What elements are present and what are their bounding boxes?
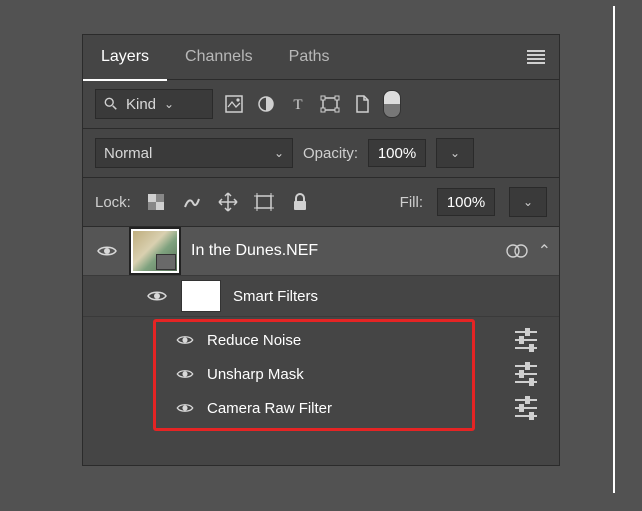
filter-adjustment-icon[interactable]	[255, 93, 277, 115]
layer-row[interactable]: In the Dunes.NEF ⌃	[83, 227, 559, 276]
layer-list: In the Dunes.NEF ⌃ Smart Filters	[83, 227, 559, 433]
filter-name: Reduce Noise	[207, 332, 559, 349]
fill-dropdown[interactable]: ⌄	[509, 187, 547, 217]
tab-layers[interactable]: Layers	[83, 35, 167, 81]
opacity-label: Opacity:	[303, 145, 358, 162]
lock-label: Lock:	[95, 194, 131, 211]
filter-row[interactable]: Unsharp Mask	[83, 357, 559, 391]
visibility-icon[interactable]	[175, 402, 195, 414]
filter-name: Unsharp Mask	[207, 366, 559, 383]
blend-mode-value: Normal	[104, 145, 152, 162]
filter-blend-options-icon[interactable]	[515, 399, 537, 417]
tab-channels[interactable]: Channels	[167, 35, 271, 79]
smart-filter-list: Reduce Noise Unsharp Mask Camera Raw Fil…	[83, 317, 559, 433]
tab-paths[interactable]: Paths	[271, 35, 348, 79]
layers-panel: Layers Channels Paths Kind ⌄	[82, 34, 560, 466]
filter-pixel-icon[interactable]	[223, 93, 245, 115]
filter-toggle[interactable]	[383, 90, 401, 118]
opacity-field[interactable]: 100%	[368, 139, 426, 167]
filter-blend-options-icon[interactable]	[515, 331, 537, 349]
visibility-icon[interactable]	[175, 334, 195, 346]
chevron-down-icon: ⌄	[450, 146, 460, 160]
smart-filter-badge-icon	[506, 243, 528, 259]
smart-filters-label: Smart Filters	[233, 288, 318, 305]
smart-object-badge-icon	[156, 254, 176, 270]
fill-label: Fill:	[400, 194, 423, 211]
chevron-down-icon: ⌄	[523, 195, 533, 209]
panel-menu-icon[interactable]	[527, 50, 545, 64]
filter-type-icon[interactable]: T	[287, 93, 309, 115]
filter-mask-thumbnail[interactable]	[181, 280, 221, 312]
smart-filters-row[interactable]: Smart Filters	[83, 276, 559, 317]
lock-transparent-icon[interactable]	[145, 191, 167, 213]
lock-all-icon[interactable]	[289, 191, 311, 213]
opacity-dropdown[interactable]: ⌄	[436, 138, 474, 168]
layer-filter-row: Kind ⌄ T	[83, 80, 559, 129]
chevron-down-icon: ⌄	[274, 146, 284, 160]
lock-row: Lock: Fill: 100% ⌄	[83, 178, 559, 227]
blend-mode-select[interactable]: Normal ⌄	[95, 138, 293, 168]
panel-tab-bar: Layers Channels Paths	[83, 35, 559, 80]
blend-row: Normal ⌄ Opacity: 100% ⌄	[83, 129, 559, 178]
chevron-down-icon: ⌄	[164, 97, 174, 111]
lock-image-icon[interactable]	[181, 191, 203, 213]
lock-position-icon[interactable]	[217, 191, 239, 213]
visibility-icon[interactable]	[95, 244, 119, 258]
filter-blend-options-icon[interactable]	[515, 365, 537, 383]
layer-filter-kind-select[interactable]: Kind ⌄	[95, 89, 213, 119]
filter-name: Camera Raw Filter	[207, 400, 559, 417]
expand-icon[interactable]: ⌃	[538, 241, 551, 261]
filter-row[interactable]: Reduce Noise	[83, 323, 559, 357]
layer-thumbnail[interactable]	[131, 229, 179, 273]
filter-row[interactable]: Camera Raw Filter	[83, 391, 559, 425]
svg-text:T: T	[293, 97, 302, 113]
kind-label: Kind	[126, 96, 156, 113]
layer-name[interactable]: In the Dunes.NEF	[191, 242, 494, 260]
fill-field[interactable]: 100%	[437, 188, 495, 216]
visibility-icon[interactable]	[175, 368, 195, 380]
search-icon	[104, 97, 118, 111]
filter-shape-icon[interactable]	[319, 93, 341, 115]
lock-artboard-icon[interactable]	[253, 191, 275, 213]
visibility-icon[interactable]	[145, 289, 169, 303]
filter-smartobject-icon[interactable]	[351, 93, 373, 115]
